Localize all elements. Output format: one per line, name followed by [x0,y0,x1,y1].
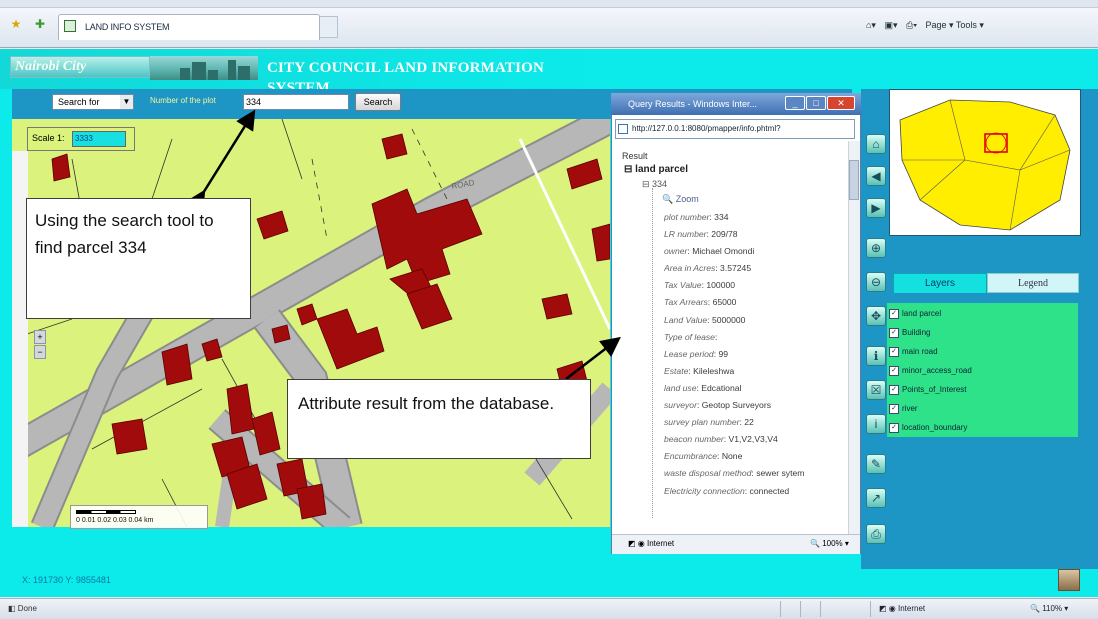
status-text: ◧ Done [8,604,37,613]
security-zone: ◩ ◉ Internet [879,604,926,613]
status-divider [800,601,801,617]
status-divider [870,601,871,617]
coordinate-readout: X: 191730 Y: 9855481 [22,575,111,585]
status-divider [820,601,821,617]
attribute-arrow [565,336,621,380]
zoom-level[interactable]: 🔍 110% ▾ [1030,604,1092,616]
status-divider [780,601,781,617]
logo-icon [1058,569,1080,591]
search-arrow [186,109,256,212]
search-callout: Using the search tool to find parcel 334 [26,198,251,319]
attribute-callout: Attribute result from the database. [287,379,591,459]
